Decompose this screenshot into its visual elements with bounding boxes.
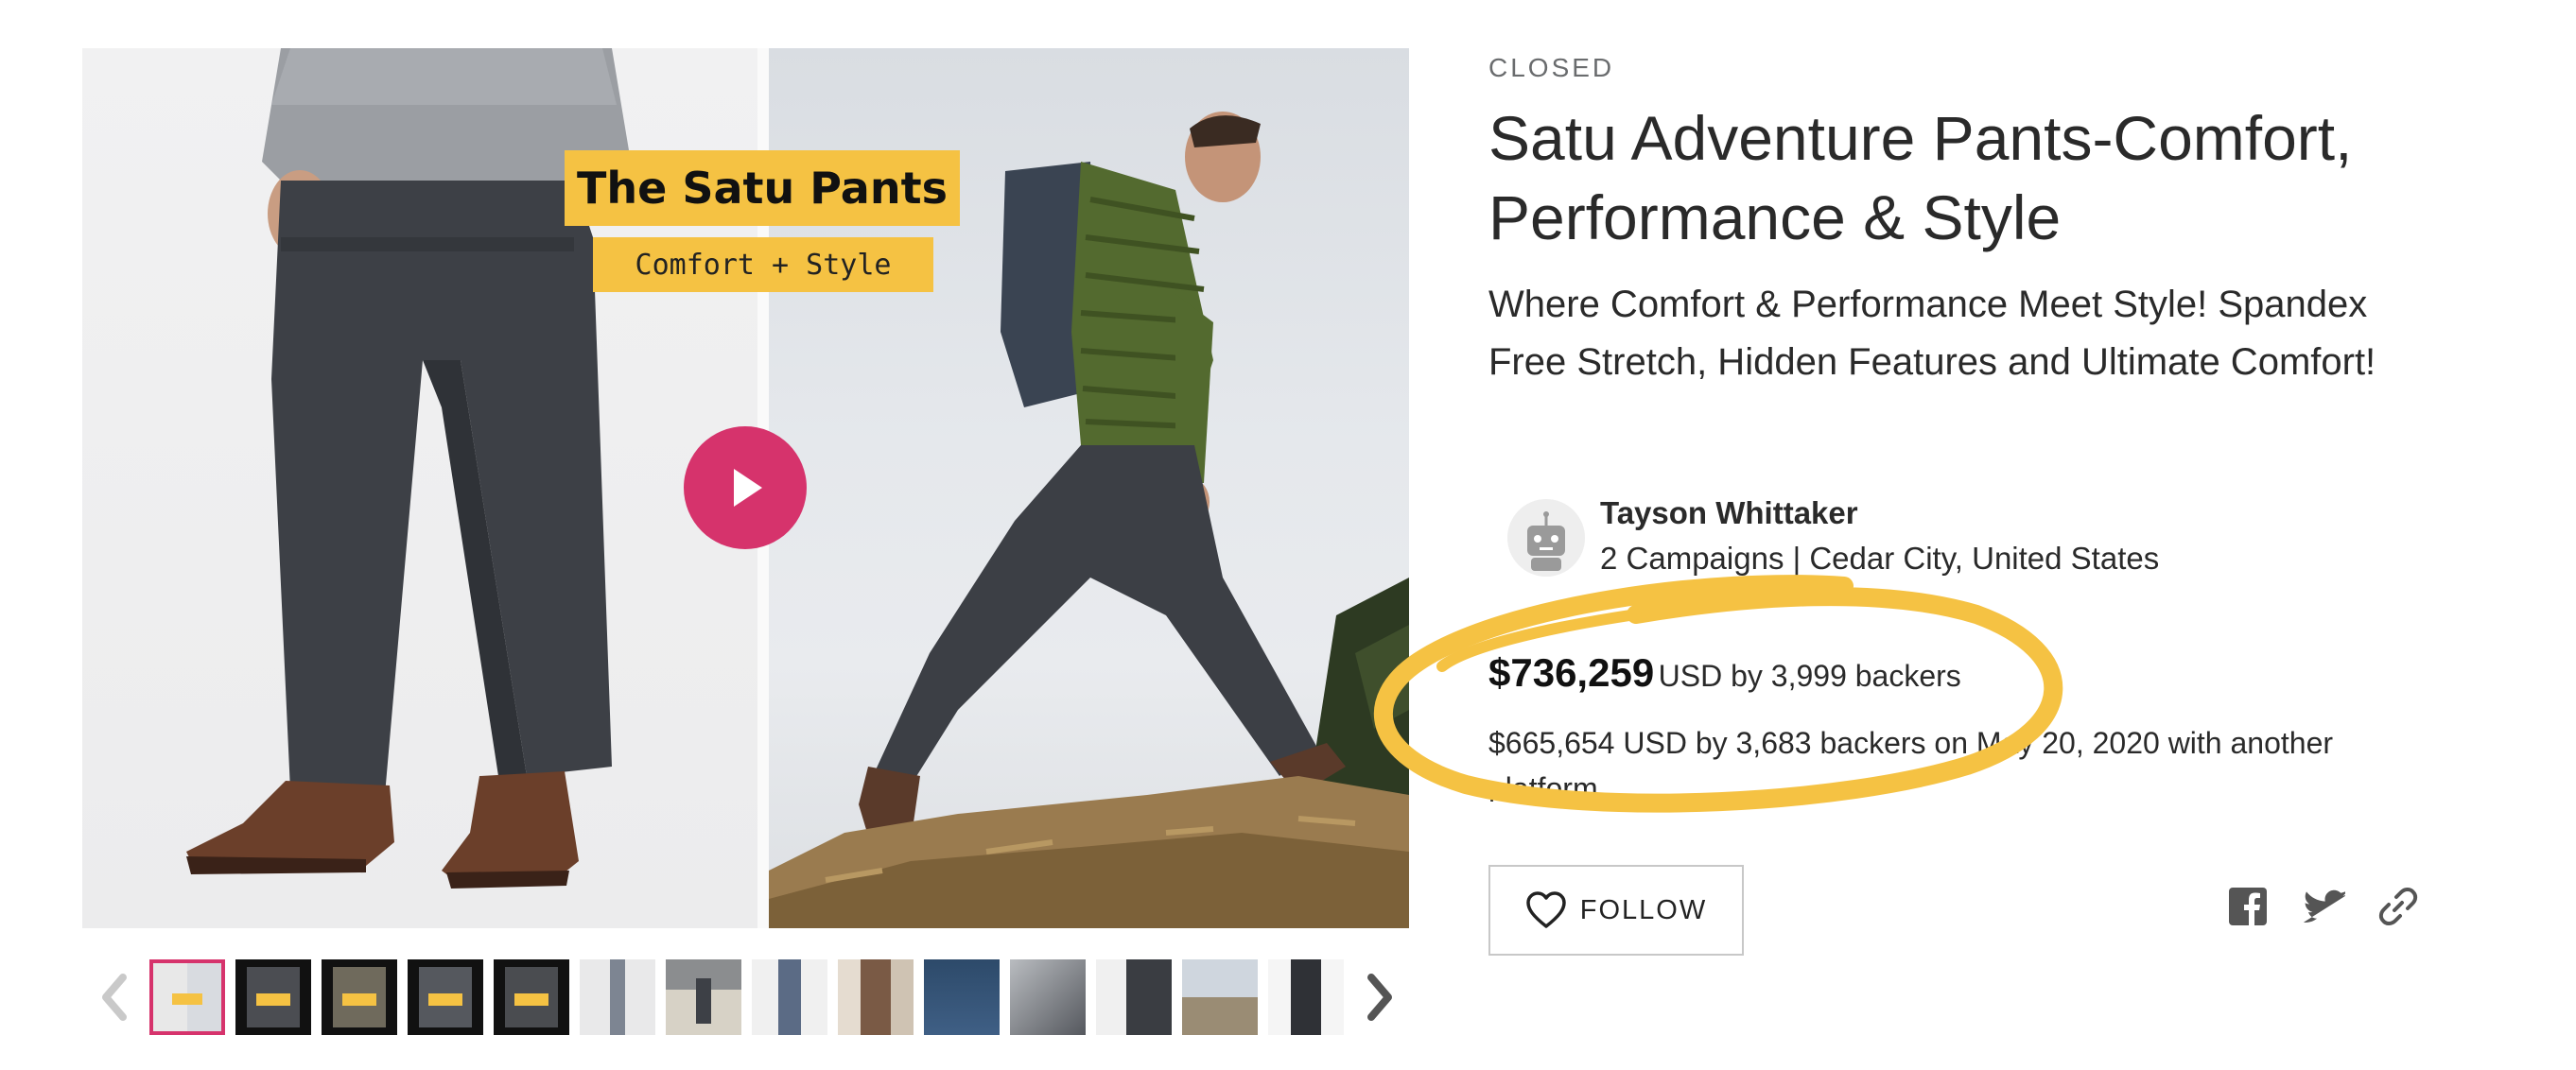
overlay-title: The Satu Pants xyxy=(565,150,960,226)
avatar[interactable] xyxy=(1507,499,1585,577)
overlay-subtitle: Comfort + Style xyxy=(593,237,933,292)
media-thumbnail[interactable] xyxy=(580,959,655,1035)
media-thumbnail[interactable] xyxy=(924,959,1000,1035)
chevron-right-icon xyxy=(1367,974,1392,1021)
funding-summary: $736,259 USD by 3,999 backers xyxy=(1488,650,2434,696)
owner-meta: 2 Campaigns | Cedar City, United States xyxy=(1600,541,2160,576)
robot-avatar-icon xyxy=(1507,499,1585,577)
media-thumbnail[interactable] xyxy=(1182,959,1258,1035)
chevron-left-icon xyxy=(102,974,127,1021)
twitter-share-button[interactable] xyxy=(2303,885,2346,928)
facebook-icon xyxy=(2229,888,2267,925)
play-icon xyxy=(734,469,762,507)
media-thumbnail[interactable] xyxy=(235,959,311,1035)
media-thumbnail[interactable] xyxy=(838,959,914,1035)
thumbnails-prev-button[interactable] xyxy=(95,969,132,1026)
owner-name[interactable]: Tayson Whittaker xyxy=(1600,495,1858,531)
funding-detail: USD by 3,999 backers xyxy=(1658,659,1961,693)
media-thumbnail[interactable] xyxy=(1096,959,1172,1035)
campaign-title: Satu Adventure Pants-Comfort, Performanc… xyxy=(1488,103,2353,252)
twitter-icon xyxy=(2304,889,2345,923)
thumbnails-next-button[interactable] xyxy=(1362,969,1400,1026)
media-thumbnail[interactable] xyxy=(752,959,827,1035)
heart-icon xyxy=(1526,891,1566,928)
media-thumbnail[interactable] xyxy=(1268,959,1344,1035)
campaign-owner[interactable]: Tayson Whittaker 2 Campaigns | Cedar Cit… xyxy=(1507,495,2453,580)
link-icon xyxy=(2378,888,2418,925)
other-platform-funding: $665,654 USD by 3,683 backers on May 20,… xyxy=(1488,726,2334,802)
follow-button[interactable]: FOLLOW xyxy=(1488,865,1744,956)
facebook-share-button[interactable] xyxy=(2226,885,2270,928)
media-thumbnail[interactable] xyxy=(1010,959,1086,1035)
media-thumbnail-strip xyxy=(95,958,1409,1037)
campaign-tagline: Where Comfort & Performance Meet Style! … xyxy=(1488,284,2376,383)
play-video-button[interactable] xyxy=(684,426,807,549)
campaign-media[interactable]: The Satu Pants Comfort + Style xyxy=(82,48,1409,928)
media-thumbnail[interactable] xyxy=(149,959,225,1035)
media-thumbnail[interactable] xyxy=(494,959,569,1035)
copy-link-button[interactable] xyxy=(2376,885,2420,928)
media-thumbnail[interactable] xyxy=(666,959,741,1035)
media-thumbnail[interactable] xyxy=(408,959,483,1035)
follow-label: FOLLOW xyxy=(1579,894,1708,925)
campaign-status: CLOSED xyxy=(1488,53,1615,82)
media-thumbnail[interactable] xyxy=(322,959,397,1035)
funding-amount: $736,259 xyxy=(1488,650,1655,695)
